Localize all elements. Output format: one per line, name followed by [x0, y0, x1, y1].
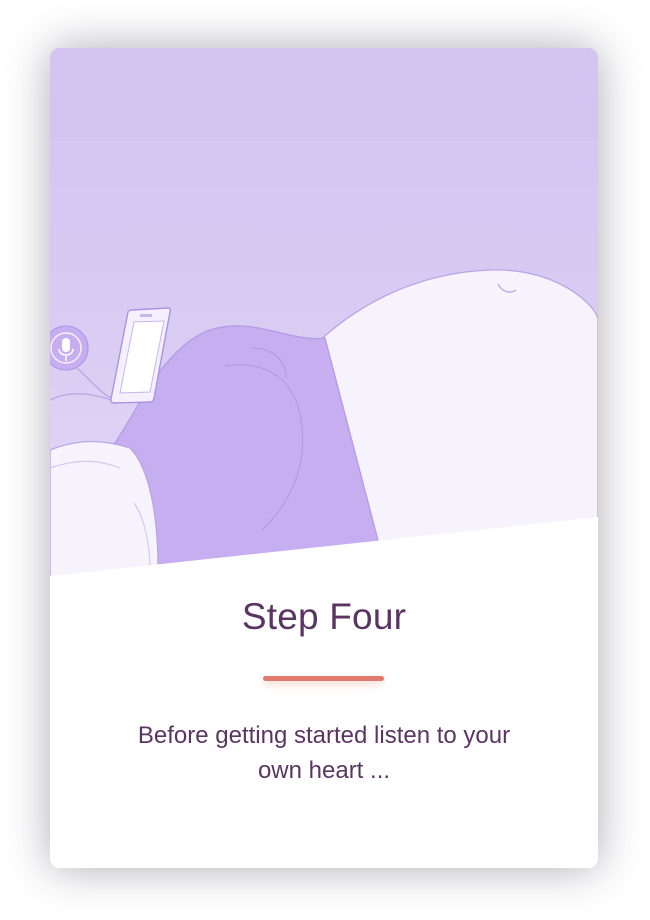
onboarding-card: Step Four Before getting started listen … — [50, 48, 598, 868]
step-title: Step Four — [241, 596, 407, 637]
accent-divider — [263, 676, 384, 681]
step-description: Before getting started listen to your ow… — [137, 722, 511, 784]
